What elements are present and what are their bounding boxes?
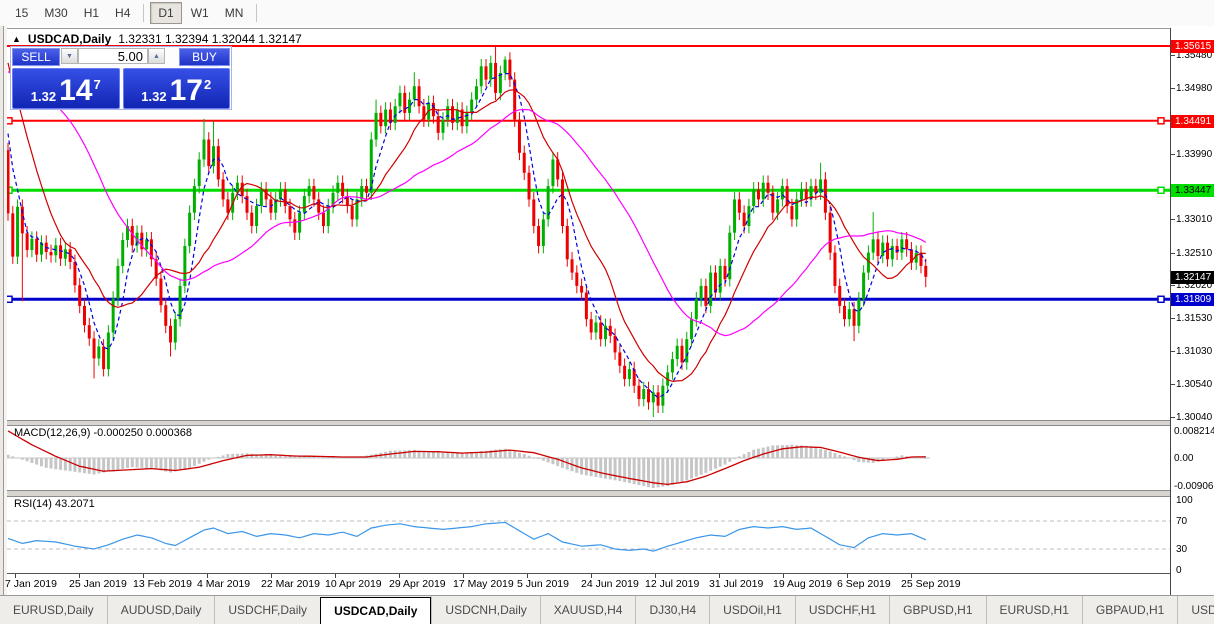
price-tick-label: 1.33010 <box>1176 214 1212 225</box>
chart-tab[interactable]: USDCNH,Daily <box>431 596 539 624</box>
chart-tab[interactable]: XAUUSD,H4 <box>540 596 636 624</box>
sell-button-label: SELL <box>19 49 52 67</box>
chart-tab[interactable]: EURUSD,H1 <box>986 596 1082 624</box>
toolbar-separator <box>256 4 257 22</box>
chart-tab[interactable]: USDJP <box>1177 596 1214 624</box>
price-tick-label: 1.31530 <box>1176 313 1212 324</box>
chart-header: ▲ USDCAD,Daily 1.32331 1.32394 1.32044 1… <box>12 32 302 46</box>
timeframe-button-m30[interactable]: M30 <box>37 3 74 23</box>
chart-tab-active[interactable]: USDCAD,Daily <box>320 597 431 624</box>
date-tick-label: 19 Aug 2019 <box>773 578 832 590</box>
date-tick-label: 5 Jun 2019 <box>517 578 569 590</box>
chart-tab[interactable]: USDCHF,Daily <box>214 596 320 624</box>
lot-size-input[interactable]: 5.00 <box>78 48 148 64</box>
price-tick-label: 1.31030 <box>1176 346 1212 357</box>
price-tick-label: 1.30040 <box>1176 412 1212 423</box>
timeframe-button-d1[interactable]: D1 <box>150 2 181 24</box>
date-tick-label: 12 Jul 2019 <box>645 578 699 590</box>
price-tick-label: 1.34980 <box>1176 83 1212 94</box>
chart-tab[interactable]: EURUSD,Daily <box>0 596 107 624</box>
price-tick-mark <box>1171 55 1175 56</box>
rsi-axis-label: 30 <box>1176 544 1187 555</box>
price-tick-mark <box>1171 417 1175 418</box>
chart-tab[interactable]: USDOil,H1 <box>709 596 795 624</box>
rsi-axis-label: 0 <box>1176 565 1182 576</box>
chart-tab[interactable]: AUDUSD,Daily <box>107 596 215 624</box>
chart-tab[interactable]: USDCHF,H1 <box>795 596 889 624</box>
price-tick-mark <box>1171 88 1175 89</box>
timeframe-button-w1[interactable]: W1 <box>184 3 216 23</box>
timeframe-button-h4[interactable]: H4 <box>108 3 137 23</box>
macd-axis-label: 0.008214 <box>1174 426 1214 437</box>
buy-price-main: 17 <box>170 78 203 104</box>
date-tick-label: 4 Mar 2019 <box>197 578 250 590</box>
current-price-badge: 1.32147 <box>1171 271 1214 284</box>
date-tick-label: 10 Apr 2019 <box>325 578 382 590</box>
price-tick-mark <box>1171 318 1175 319</box>
date-tick-label: 25 Sep 2019 <box>901 578 961 590</box>
collapse-chart-icon[interactable]: ▲ <box>12 34 21 44</box>
buy-price-prefix: 1.32 <box>141 89 166 104</box>
price-axis[interactable]: 1.354801.349801.339901.330101.325101.320… <box>1171 26 1214 595</box>
price-level-badge: 1.34491 <box>1171 115 1214 128</box>
timeframe-button-15[interactable]: 15 <box>8 3 35 23</box>
date-axis[interactable]: 7 Jan 2019 25 Jan 2019 13 Feb 2019 4 Mar 20… <box>7 574 1170 595</box>
date-tick-label: 17 May 2019 <box>453 578 514 590</box>
price-tick-mark <box>1171 154 1175 155</box>
buy-button[interactable]: BUY <box>179 48 230 66</box>
price-tick-mark <box>1171 253 1175 254</box>
chart-symbol-label: USDCAD,Daily <box>28 32 111 46</box>
sell-button[interactable]: SELL <box>12 48 60 66</box>
macd-axis-label: -0.009066 <box>1174 481 1214 492</box>
price-level-badge: 1.35615 <box>1171 40 1214 53</box>
date-tick-label: 13 Feb 2019 <box>133 578 192 590</box>
lot-decrease-button[interactable]: ▼ <box>61 48 78 64</box>
timeframe-toolbar: 15M30H1H4 D1W1MN <box>0 0 1214 27</box>
rsi-axis-label: 100 <box>1176 495 1193 506</box>
macd-axis-label: 0.00 <box>1174 453 1193 464</box>
macd-label: MACD(12,26,9) -0.000250 0.000368 <box>14 427 192 439</box>
date-tick-label: 25 Jan 2019 <box>69 578 127 590</box>
date-tick-label: 22 Mar 2019 <box>261 578 320 590</box>
chart-tab-bar: EURUSD,DailyAUDUSD,DailyUSDCHF,DailyUSDC… <box>0 595 1214 624</box>
lot-increase-button[interactable]: ▲ <box>148 48 165 64</box>
price-tick-mark <box>1171 285 1175 286</box>
sell-price-main: 14 <box>59 78 92 104</box>
buy-button-label: BUY <box>190 49 219 67</box>
timeframe-button-mn[interactable]: MN <box>218 3 251 23</box>
price-level-badge: 1.33447 <box>1171 184 1214 197</box>
one-click-trading-widget: SELL ▼ 5.00 ▲ BUY 1.32 14 7 1.32 17 2 <box>10 46 232 110</box>
price-tick-mark <box>1171 384 1175 385</box>
buy-price-pip: 2 <box>204 77 211 92</box>
date-tick-label: 31 Jul 2019 <box>709 578 763 590</box>
date-tick-label: 6 Sep 2019 <box>837 578 891 590</box>
price-tick-label: 1.33990 <box>1176 149 1212 160</box>
timeframe-button-h1[interactable]: H1 <box>77 3 106 23</box>
chart-tab[interactable]: GBPUSD,H1 <box>889 596 985 624</box>
chart-tab[interactable]: GBPAUD,H1 <box>1082 596 1177 624</box>
rsi-label: RSI(14) 43.2071 <box>14 498 95 510</box>
chart-tab[interactable]: DJ30,H4 <box>635 596 709 624</box>
date-tick-label: 7 Jan 2019 <box>5 578 57 590</box>
date-tick-label: 29 Apr 2019 <box>389 578 446 590</box>
price-tick-mark <box>1171 351 1175 352</box>
price-tick-mark <box>1171 219 1175 220</box>
date-tick-label: 24 Jun 2019 <box>581 578 639 590</box>
price-tick-label: 1.30540 <box>1176 379 1212 390</box>
rsi-axis-label: 70 <box>1176 516 1187 527</box>
sell-price-pip: 7 <box>93 77 100 92</box>
chart-ohlc-values: 1.32331 1.32394 1.32044 1.32147 <box>118 32 302 46</box>
price-tick-label: 1.32510 <box>1176 248 1212 259</box>
sell-price-box[interactable]: 1.32 14 7 <box>12 68 120 109</box>
sell-price-prefix: 1.32 <box>31 89 56 104</box>
rsi-indicator-chart[interactable] <box>7 495 1170 573</box>
buy-price-box[interactable]: 1.32 17 2 <box>123 68 231 109</box>
toolbar-separator <box>143 4 144 22</box>
price-level-badge: 1.31809 <box>1171 293 1214 306</box>
